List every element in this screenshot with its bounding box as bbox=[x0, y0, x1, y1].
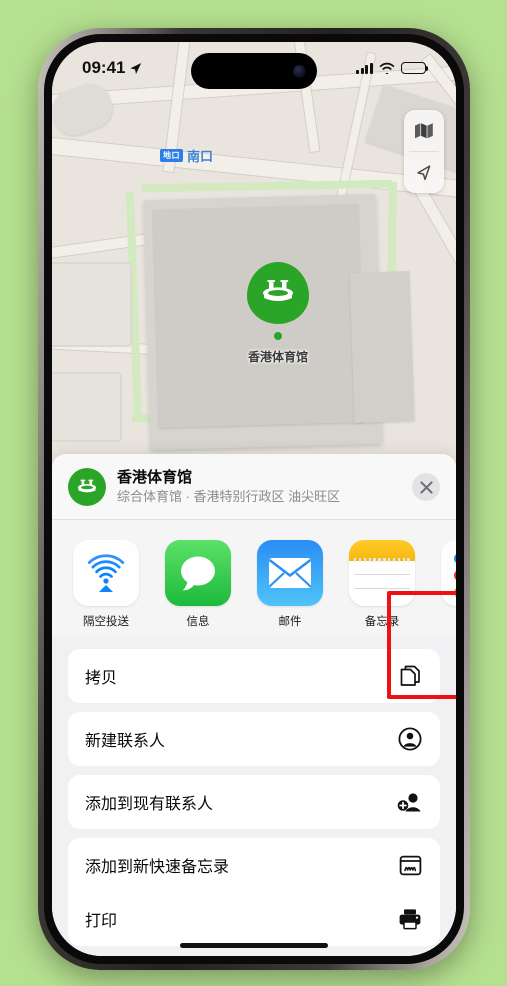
cellular-signal-icon bbox=[355, 62, 373, 74]
share-sheet-subtitle: 综合体育馆 · 香港特别行政区 油尖旺区 bbox=[117, 489, 341, 504]
action-add-existing-contact[interactable]: 添加到现有联系人 bbox=[68, 775, 440, 829]
map-building bbox=[52, 372, 122, 442]
share-target-mail[interactable]: 邮件 bbox=[257, 540, 323, 629]
location-arrow-icon bbox=[130, 62, 142, 74]
map-building bbox=[52, 262, 132, 347]
action-group: 添加到新快速备忘录 打印 bbox=[68, 838, 440, 946]
status-time-group: 09:41 bbox=[82, 58, 142, 78]
front-camera-icon bbox=[293, 64, 306, 78]
stadium-icon bbox=[247, 262, 309, 324]
phone-screen: 地口 南口 香港体育馆 09:41 香港体育馆 综合体育馆 · 香港特别行政区 … bbox=[52, 42, 456, 956]
share-target-messages[interactable]: 信息 bbox=[165, 540, 231, 629]
metro-badge-icon: 地口 bbox=[160, 149, 183, 162]
wifi-icon bbox=[379, 62, 395, 74]
printer-icon bbox=[397, 906, 423, 932]
airdrop-icon bbox=[73, 540, 139, 606]
reminder-dot-orange bbox=[454, 587, 456, 598]
share-target-notes[interactable]: 备忘录 bbox=[349, 540, 415, 629]
share-sheet: 香港体育馆 综合体育馆 · 香港特别行政区 油尖旺区 隔空投送 信息 邮件 备忘… bbox=[52, 454, 456, 956]
action-new-contact[interactable]: 新建联系人 bbox=[68, 712, 440, 766]
action-copy[interactable]: 拷贝 bbox=[68, 649, 440, 703]
person-add-icon bbox=[397, 789, 423, 815]
mail-icon bbox=[257, 540, 323, 606]
share-sheet-title: 香港体育馆 bbox=[117, 469, 193, 486]
share-sheet-title-block: 香港体育馆 综合体育馆 · 香港特别行政区 油尖旺区 bbox=[117, 469, 412, 505]
map-building bbox=[349, 270, 415, 424]
close-button[interactable] bbox=[412, 473, 440, 501]
metro-label-text: 南口 bbox=[187, 149, 214, 164]
share-target-label: 备忘录 bbox=[364, 616, 400, 628]
reminder-dot-blue bbox=[454, 553, 456, 564]
locate-me-button[interactable] bbox=[404, 152, 444, 193]
share-app-row[interactable]: 隔空投送 信息 邮件 备忘录 bbox=[52, 520, 456, 637]
status-indicators bbox=[355, 61, 429, 75]
share-target-airdrop[interactable]: 隔空投送 bbox=[73, 540, 139, 629]
action-label: 打印 bbox=[85, 913, 118, 930]
copy-icon bbox=[397, 663, 423, 689]
share-target-label: 隔空投送 bbox=[83, 616, 129, 628]
action-label: 添加到新快速备忘录 bbox=[85, 859, 230, 876]
action-group: 拷贝 bbox=[68, 649, 440, 703]
close-icon bbox=[419, 480, 433, 494]
map-poi-label: 香港体育馆 bbox=[247, 350, 308, 364]
reminders-icon bbox=[441, 540, 456, 606]
action-label: 新建联系人 bbox=[85, 733, 166, 750]
reminder-dot-red bbox=[454, 570, 456, 581]
share-target-label: 信息 bbox=[186, 616, 210, 628]
action-group: 添加到现有联系人 bbox=[68, 775, 440, 829]
person-circle-icon bbox=[397, 726, 423, 752]
map-controls-group[interactable] bbox=[404, 110, 444, 193]
share-target-reminders[interactable]: 提 bbox=[441, 540, 456, 629]
home-indicator[interactable] bbox=[180, 942, 328, 948]
action-label: 添加到现有联系人 bbox=[85, 796, 214, 813]
status-time: 09:41 bbox=[82, 58, 126, 77]
map-mode-button[interactable] bbox=[404, 110, 444, 151]
notes-rings bbox=[349, 558, 415, 563]
share-target-label: 提 bbox=[441, 613, 456, 629]
map-green-path bbox=[141, 179, 393, 193]
phone-device-frame: 地口 南口 香港体育馆 09:41 香港体育馆 综合体育馆 · 香港特别行政区 … bbox=[38, 28, 470, 970]
notes-icon bbox=[349, 540, 415, 606]
share-target-label: 邮件 bbox=[278, 616, 302, 628]
share-sheet-header: 香港体育馆 综合体育馆 · 香港特别行政区 油尖旺区 bbox=[52, 454, 456, 519]
stadium-icon bbox=[68, 468, 106, 506]
action-print[interactable]: 打印 bbox=[68, 892, 440, 946]
messages-icon bbox=[165, 540, 231, 606]
map-poi-pin[interactable]: 香港体育馆 bbox=[238, 262, 318, 365]
poi-anchor-dot bbox=[274, 332, 282, 340]
share-action-list: 拷贝 新建联系人 添加到现有联系人 添加到新快速备忘录 打印 bbox=[52, 637, 456, 946]
dynamic-island[interactable] bbox=[191, 53, 317, 89]
battery-icon bbox=[401, 61, 429, 75]
phone-bezel: 地口 南口 香港体育馆 09:41 香港体育馆 综合体育馆 · 香港特别行政区 … bbox=[44, 34, 464, 964]
quick-note-icon bbox=[397, 852, 423, 878]
action-add-quick-note[interactable]: 添加到新快速备忘录 bbox=[68, 838, 440, 892]
action-group: 新建联系人 bbox=[68, 712, 440, 766]
map-label-metro-exit[interactable]: 地口 南口 bbox=[160, 146, 213, 165]
action-label: 拷贝 bbox=[85, 670, 118, 687]
